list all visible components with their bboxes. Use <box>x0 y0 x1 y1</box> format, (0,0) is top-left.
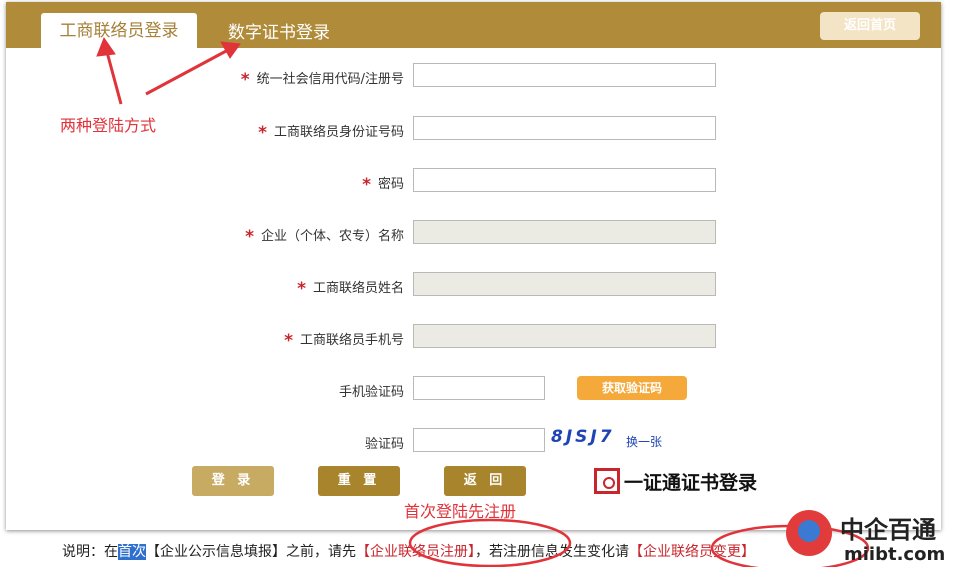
watermark: 中企百通 miibt.com <box>786 508 953 567</box>
circle-register <box>408 518 572 567</box>
arrowhead-1 <box>96 36 116 57</box>
arrow-to-tab2 <box>145 48 229 96</box>
watermark-url: miibt.com <box>844 544 946 565</box>
watermark-logo-icon <box>786 510 832 556</box>
arrow-to-tab1 <box>105 51 123 105</box>
annotation-overlay <box>96 36 870 567</box>
watermark-name: 中企百通 <box>840 516 936 544</box>
arrowhead-2 <box>220 41 241 59</box>
